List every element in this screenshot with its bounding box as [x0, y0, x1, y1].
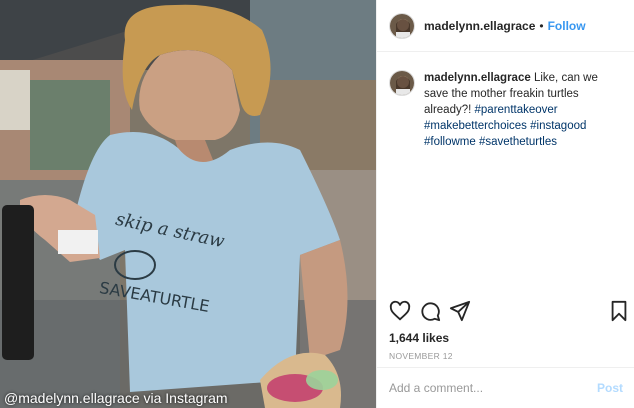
post-header: madelynn.ellagrace • Follow	[377, 0, 634, 52]
share-icon[interactable]	[449, 300, 471, 327]
hashtag[interactable]: #instagood	[530, 120, 586, 132]
header-username[interactable]: madelynn.ellagrace	[424, 19, 535, 33]
caption-avatar-image	[390, 71, 414, 95]
action-bar	[387, 300, 627, 330]
comment-icon[interactable]	[419, 300, 441, 327]
heart-icon[interactable]	[389, 300, 411, 327]
post-button[interactable]: Post	[597, 381, 623, 395]
hashtag[interactable]: #followme	[424, 136, 476, 148]
avatar[interactable]	[389, 12, 415, 39]
like-count[interactable]: 1,644 likes	[389, 331, 449, 345]
avatar-image	[390, 13, 414, 38]
follow-button[interactable]: Follow	[548, 19, 586, 33]
caption: madelynn.ellagrace Like, can we save the…	[377, 52, 634, 150]
photo-illustration: skip a straw SAVEATURTLE	[0, 0, 376, 408]
separator-dot: •	[539, 18, 544, 33]
post-date: NOVEMBER 12	[389, 351, 453, 361]
photo-credit: @madelynn.ellagrace via Instagram	[4, 390, 228, 406]
post-photo: skip a straw SAVEATURTLE @madelynn.ellag…	[0, 0, 376, 408]
hashtag[interactable]: #savetheturtles	[479, 136, 557, 148]
bookmark-icon[interactable]	[609, 300, 629, 327]
post-panel: madelynn.ellagrace • Follow madelynn.ell…	[376, 0, 634, 408]
caption-username[interactable]: madelynn.ellagrace	[424, 72, 531, 84]
caption-avatar[interactable]	[389, 70, 415, 96]
hashtag[interactable]: #makebetterchoices	[424, 120, 527, 132]
caption-text-block: madelynn.ellagrace Like, can we save the…	[424, 70, 624, 150]
comment-box: Add a comment... Post	[377, 367, 634, 408]
hashtag[interactable]: #parenttakeover	[475, 104, 558, 116]
comment-input[interactable]: Add a comment...	[389, 381, 597, 395]
